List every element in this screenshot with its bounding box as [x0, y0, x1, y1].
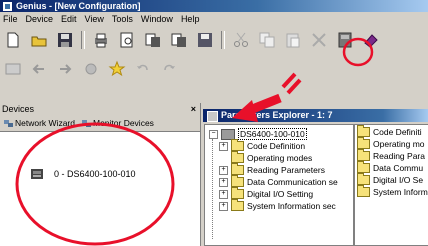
folder-icon	[231, 199, 244, 211]
tree-item-label: Code Definition	[247, 141, 306, 151]
star-icon[interactable]	[107, 59, 127, 79]
tree-item-operating-modes[interactable]: Operating modes	[219, 151, 313, 163]
secondary-toolbar	[0, 57, 428, 81]
parameter-list: Code Definiti Operating mo Reading Para …	[354, 124, 428, 246]
menu-file[interactable]: File	[0, 14, 22, 24]
tree-root-label: DS6400-100-010	[238, 128, 307, 140]
parameters-explorer-title: Parameters Explorer - 1: 7	[221, 110, 333, 120]
device-icon	[221, 128, 235, 140]
save-icon[interactable]	[55, 30, 75, 50]
folder-icon	[231, 187, 244, 199]
device-item[interactable]: 0 - DS6400-100-010	[30, 167, 136, 181]
grid-icon[interactable]	[3, 59, 23, 79]
parameters-explorer-titlebar: Parameters Explorer - 1: 7	[203, 109, 428, 122]
expand-icon[interactable]: +	[219, 189, 228, 199]
tree-item-label: Data Communication se	[247, 177, 338, 187]
folder-icon	[357, 161, 370, 173]
devices-title: Devices	[2, 104, 35, 114]
toolbar-separator	[81, 31, 85, 49]
list-item[interactable]: Code Definiti	[357, 125, 422, 137]
copy-icon[interactable]	[257, 30, 277, 50]
list-item[interactable]: Operating mo	[357, 137, 425, 149]
explorer-window-icon	[207, 111, 218, 122]
expand-icon[interactable]: +	[219, 177, 228, 187]
menu-bar: File Device Edit View Tools Window Help	[0, 13, 428, 25]
folder-icon	[357, 185, 370, 197]
close-icon[interactable]: ×	[191, 103, 196, 115]
folder-icon	[357, 173, 370, 185]
tree-guide-line	[212, 139, 213, 239]
tree-item-label: Operating modes	[247, 153, 313, 163]
preview-icon[interactable]	[117, 30, 137, 50]
redo-icon[interactable]	[159, 59, 179, 79]
eraser-icon[interactable]	[361, 30, 381, 50]
devices-panel: Devices × Network Wizard Monitor Devices…	[0, 103, 201, 246]
tree-item-reading-parameters[interactable]: + Reading Parameters	[219, 163, 325, 175]
print-icon[interactable]	[91, 30, 111, 50]
monitor-devices-icon	[81, 119, 91, 127]
monitor-devices-label: Monitor Devices	[92, 118, 154, 128]
device-explorer-icon[interactable]	[335, 30, 355, 50]
tree-item-data-communication[interactable]: + Data Communication se	[219, 175, 338, 187]
title-bar: Genius - [New Configuration]	[0, 0, 428, 12]
menu-view[interactable]: View	[81, 14, 108, 24]
folder-icon	[357, 125, 370, 137]
folder-icon	[231, 163, 244, 175]
scanner-device-icon	[31, 169, 43, 179]
folder-icon	[357, 149, 370, 161]
open-icon[interactable]	[29, 30, 49, 50]
expand-icon[interactable]: +	[219, 141, 228, 151]
menu-window[interactable]: Window	[137, 14, 177, 24]
menu-device[interactable]: Device	[22, 14, 58, 24]
expand-icon[interactable]: +	[219, 165, 228, 175]
folder-icon	[357, 137, 370, 149]
list-item[interactable]: Data Commu	[357, 161, 423, 173]
device-label: 0 - DS6400-100-010	[54, 169, 136, 179]
parameter-tree: − DS6400-100-010 + Code Definition Opera…	[204, 124, 354, 246]
parameters-explorer: Parameters Explorer - 1: 7 − DS6400-100-…	[201, 103, 428, 246]
tree-item-code-definition[interactable]: + Code Definition	[219, 139, 306, 151]
copy-doc2-icon[interactable]	[169, 30, 189, 50]
tree-item-label: Digital I/O Setting	[247, 189, 314, 199]
tree-root[interactable]: − DS6400-100-010	[209, 128, 307, 140]
toolbar-separator	[221, 31, 225, 49]
tree-item-digital-io[interactable]: + Digital I/O Setting	[219, 187, 314, 199]
expand-icon[interactable]: +	[219, 201, 228, 211]
new-icon[interactable]	[3, 30, 23, 50]
forward-icon[interactable]	[55, 59, 75, 79]
devices-toolbar: Network Wizard Monitor Devices	[0, 115, 200, 132]
collapse-icon[interactable]: −	[209, 129, 218, 139]
cut-icon[interactable]	[231, 30, 251, 50]
window-title: Genius - [New Configuration]	[16, 1, 141, 11]
tree-item-label: System Information sec	[247, 201, 336, 211]
list-item[interactable]: System Inform	[357, 185, 428, 197]
folder-icon	[231, 175, 244, 187]
menu-help[interactable]: Help	[177, 14, 204, 24]
menu-tools[interactable]: Tools	[108, 14, 137, 24]
network-wizard-label: Network Wizard	[15, 118, 75, 128]
refresh-icon[interactable]	[81, 59, 101, 79]
folder-icon	[231, 139, 244, 151]
delete-icon[interactable]	[309, 30, 329, 50]
tree-item-system-information[interactable]: + System Information sec	[219, 199, 336, 211]
tree-item-label: Reading Parameters	[247, 165, 325, 175]
copy-doc-icon[interactable]	[143, 30, 163, 50]
devices-header: Devices ×	[0, 103, 200, 115]
undo-icon[interactable]	[133, 59, 153, 79]
network-wizard-icon	[4, 119, 13, 127]
folder-icon	[231, 151, 244, 163]
paste-icon[interactable]	[283, 30, 303, 50]
main-toolbar	[0, 27, 428, 53]
app-icon	[2, 0, 13, 12]
menu-edit[interactable]: Edit	[57, 14, 81, 24]
back-icon[interactable]	[29, 59, 49, 79]
network-wizard-button[interactable]: Network Wizard	[0, 118, 78, 129]
list-item[interactable]: Reading Para	[357, 149, 425, 161]
list-item[interactable]: Digital I/O Se	[357, 173, 423, 185]
save-as-icon[interactable]	[195, 30, 215, 50]
monitor-devices-button[interactable]: Monitor Devices	[78, 118, 157, 129]
